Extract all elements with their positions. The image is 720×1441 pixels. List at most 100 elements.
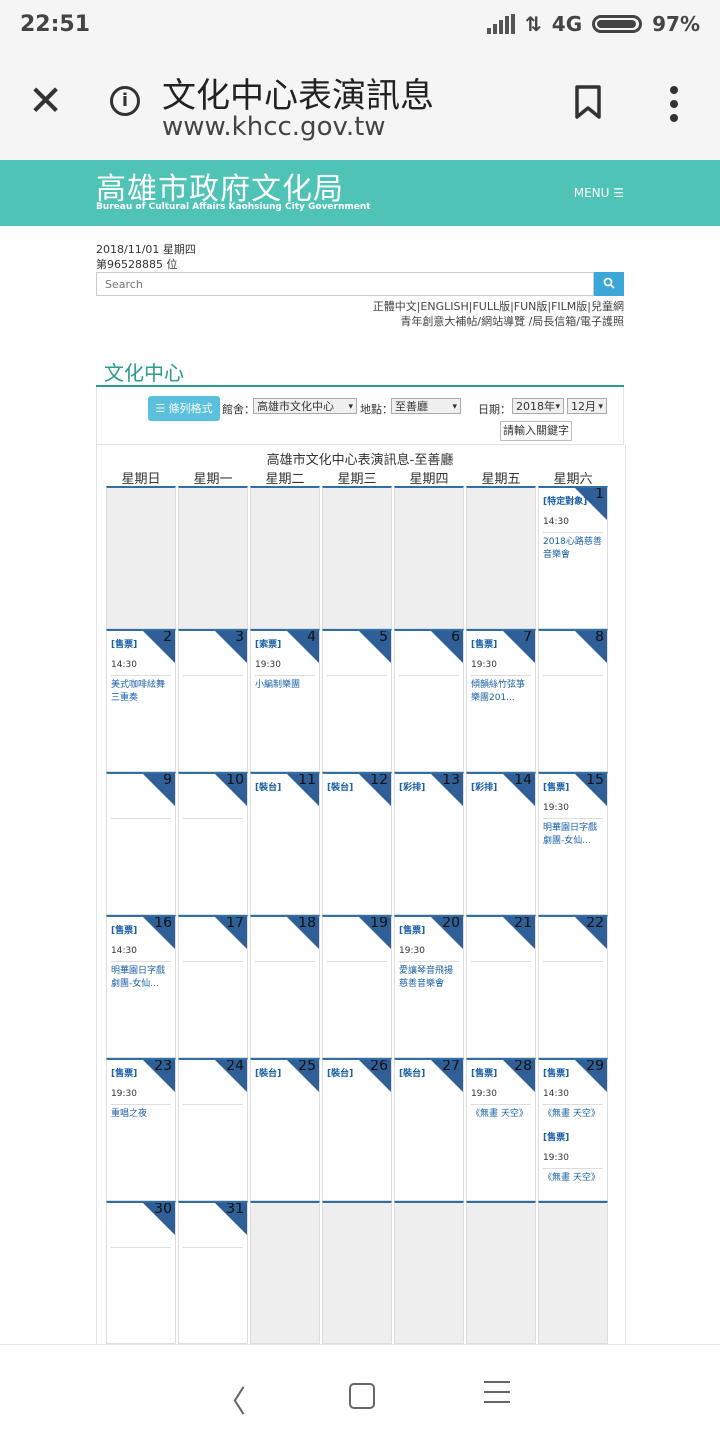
back-icon[interactable]: 〈 [216, 1377, 246, 1421]
day-number: 8 [595, 629, 604, 645]
event-tag[interactable]: [索票] [255, 639, 317, 652]
event-tag[interactable]: [售票] [399, 925, 461, 938]
search-input[interactable] [96, 272, 594, 296]
event-title[interactable]: 《無畫 天空》 [543, 1108, 605, 1121]
page-url[interactable]: www.khcc.gov.tw [162, 112, 386, 142]
list-format-button[interactable]: ☰ 條列格式 [148, 396, 220, 421]
event-tag[interactable]: [售票] [471, 1068, 533, 1081]
weekday-label: 星期四 [409, 472, 449, 487]
venue-select[interactable]: 高雄市文化中心 [253, 398, 357, 415]
calendar-cell-day-28: 28 [售票] 19:30 《無畫 天空》 [466, 1058, 536, 1201]
event-divider [543, 1168, 603, 1169]
calendar-cell-empty [322, 486, 392, 629]
more-options-icon[interactable] [668, 86, 680, 128]
empty-divider [111, 1247, 171, 1248]
event-tag[interactable]: [售票] [543, 782, 605, 795]
calendar-cell-day-4: 4 [索票] 19:30 小編制樂團 [250, 629, 320, 772]
event-time: 14:30 [111, 660, 137, 670]
event-title[interactable]: 美式咖啡絃舞三重奏 [111, 679, 173, 705]
event-tag[interactable]: [裝台] [255, 1068, 317, 1081]
calendar-cell-empty [538, 1201, 608, 1344]
info-icon[interactable]: i [110, 86, 140, 116]
event-time: 19:30 [471, 660, 497, 670]
event-divider [255, 675, 315, 676]
day-number: 18 [298, 915, 316, 931]
calendar-cell-day-17: 17 [178, 915, 248, 1058]
calendar-cell-empty [394, 486, 464, 629]
day-number: 24 [226, 1058, 244, 1074]
event-tag[interactable]: [彩排] [471, 782, 533, 795]
event-divider [111, 675, 171, 676]
site-logo-english: Bureau of Cultural Affairs Kaohsiung Cit… [96, 202, 371, 212]
data-transfer-icon: ⇅ [525, 12, 542, 36]
event-tag[interactable]: [裝台] [255, 782, 317, 795]
day-number: 19 [370, 915, 388, 931]
event-title[interactable]: 愛讓琴音飛揚慈善音樂會 [399, 965, 461, 991]
calendar-cell-day-15: 15 [售票] 19:30 明華園日字戲劇團-女仙... [538, 772, 608, 915]
event-tag[interactable]: [售票] [543, 1132, 605, 1145]
calendar-cell-empty [394, 1201, 464, 1344]
month-select[interactable]: 12月 [567, 398, 607, 415]
empty-divider [543, 675, 603, 676]
event-title[interactable]: 小編制樂團 [255, 679, 317, 692]
calendar-cell-day-27: 27 [裝台] [394, 1058, 464, 1201]
event-divider [471, 1104, 531, 1105]
event-tag[interactable]: [售票] [111, 925, 173, 938]
event-tag[interactable]: [售票] [111, 639, 173, 652]
empty-divider [399, 675, 459, 676]
calendar-cell-day-25: 25 [裝台] [250, 1058, 320, 1201]
event-time: 14:30 [543, 517, 569, 527]
event-time: 19:30 [399, 946, 425, 956]
event-title[interactable]: 傾韻絲竹弦箏樂團201... [471, 679, 533, 705]
status-bar: 22:51 ⇅ 4G 97% [0, 0, 720, 50]
page-title[interactable]: 文化中心表演訊息 [162, 68, 434, 117]
calendar-cell-day-1: 1 [特定對象] 14:30 2018心路慈善音樂會 [538, 486, 608, 629]
calendar-cell-empty [466, 1201, 536, 1344]
year-select[interactable]: 2018年 [512, 398, 564, 415]
language-links[interactable]: 正體中文|ENGLISH|FULL版|FUN版|FILM版|兒童網 [373, 298, 624, 314]
venue-label: 館舍： [222, 403, 255, 416]
day-number: 21 [514, 915, 532, 931]
status-time: 22:51 [20, 12, 91, 37]
empty-divider [183, 818, 243, 819]
event-tag[interactable]: [裝台] [399, 1068, 461, 1081]
close-icon[interactable]: ✕ [28, 80, 63, 122]
home-icon[interactable] [349, 1383, 375, 1409]
event-title[interactable]: 2018心路慈善音樂會 [543, 536, 605, 562]
event-tag[interactable]: [裝台] [327, 1068, 389, 1081]
event-tag[interactable]: [售票] [471, 639, 533, 652]
event-tag[interactable]: [售票] [111, 1068, 173, 1081]
keyword-button[interactable]: 請輸入關鍵字 [500, 421, 572, 441]
calendar-cell-day-30: 30 [106, 1201, 176, 1344]
place-select[interactable]: 至善廳 [391, 398, 461, 415]
network-type: 4G [551, 12, 583, 36]
event-tag[interactable]: [特定對象] [543, 496, 605, 509]
event-time: 14:30 [543, 1089, 569, 1099]
event-tag[interactable]: [裝台] [327, 782, 389, 795]
bookmark-icon[interactable] [574, 84, 602, 120]
event-divider [543, 1104, 603, 1105]
event-title[interactable]: 明華園日字戲劇團-女仙... [543, 822, 605, 848]
calendar-cell-day-29: 29 [售票] 14:30 《無畫 天空》 [售票] 19:30 《無畫 天空》 [538, 1058, 608, 1201]
event-time: 19:30 [255, 660, 281, 670]
event-title[interactable]: 重唱之夜 [111, 1108, 173, 1121]
search-bar [96, 272, 624, 296]
event-tag[interactable]: [售票] [543, 1068, 605, 1081]
system-nav-bar: 〈 [0, 1344, 720, 1441]
calendar-cell-day-16: 16 [售票] 14:30 明華園日字戲劇團-女仙... [106, 915, 176, 1058]
event-title[interactable]: 明華園日字戲劇團-女仙... [111, 965, 173, 991]
calendar-cell-empty [466, 486, 536, 629]
menu-button[interactable]: MENU ☰ [574, 186, 624, 200]
event-title[interactable]: 《無畫 天空》 [543, 1172, 605, 1185]
calendar-cell-day-7: 7 [售票] 19:30 傾韻絲竹弦箏樂團201... [466, 629, 536, 772]
search-button[interactable] [594, 272, 624, 296]
recent-apps-icon[interactable] [484, 1381, 510, 1411]
event-tag[interactable]: [彩排] [399, 782, 461, 795]
day-number: 3 [235, 629, 244, 645]
calendar-cell-day-31: 31 [178, 1201, 248, 1344]
status-right: ⇅ 4G 97% [487, 12, 700, 36]
calendar-cell-empty [106, 486, 176, 629]
event-title[interactable]: 《無畫 天空》 [471, 1108, 533, 1121]
empty-divider [471, 961, 531, 962]
utility-links[interactable]: 青年創意大補帖/網站導覽 /局長信箱/電子護照 [400, 313, 624, 329]
